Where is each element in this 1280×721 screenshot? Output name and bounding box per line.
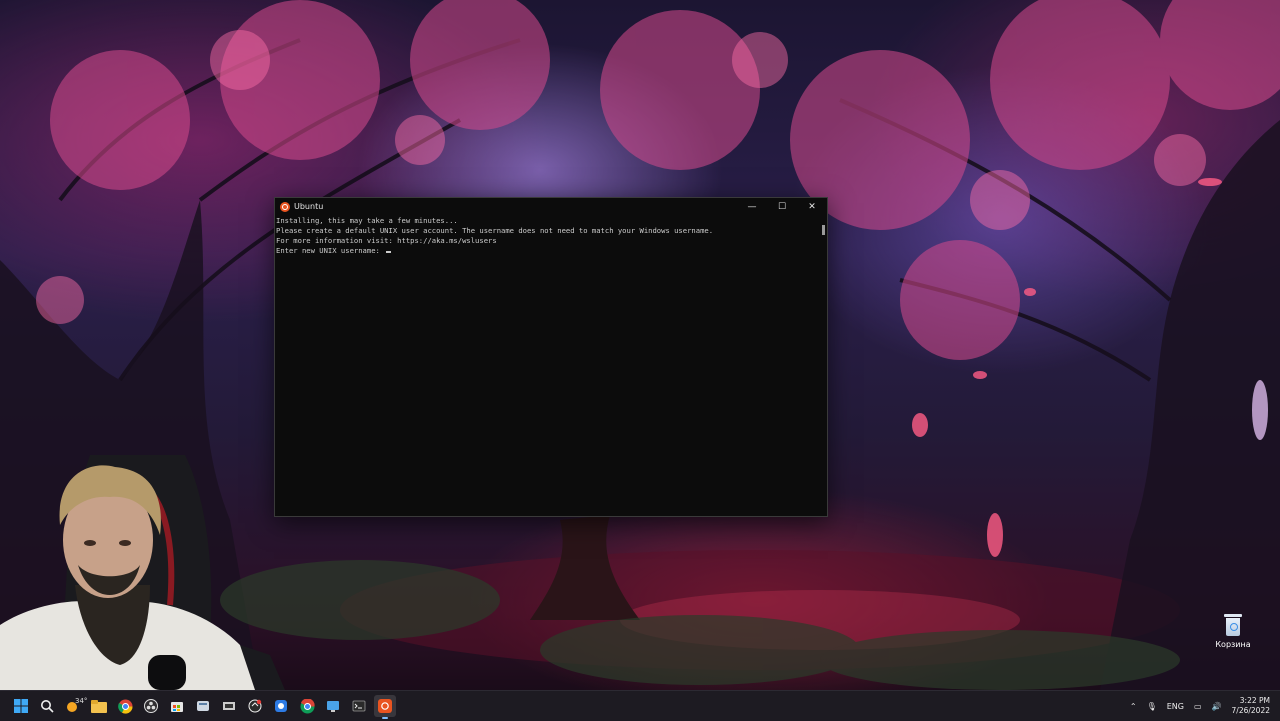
- language-indicator[interactable]: ENG: [1167, 702, 1184, 711]
- app-icon: [275, 700, 287, 712]
- file-explorer-button[interactable]: [88, 695, 110, 717]
- console-line: For more information visit: https://aka.…: [276, 236, 497, 245]
- terminal-icon: [352, 700, 366, 712]
- app-a-button[interactable]: [218, 695, 240, 717]
- obs-button[interactable]: [140, 695, 162, 717]
- console-output[interactable]: Installing, this may take a few minutes.…: [276, 216, 817, 516]
- ubuntu-icon: [378, 699, 392, 713]
- scrollbar[interactable]: [822, 225, 825, 235]
- terminal-button[interactable]: [348, 695, 370, 717]
- chrome-button[interactable]: [114, 695, 136, 717]
- widgets-icon: [197, 701, 209, 711]
- recycle-bin-label: Корзина: [1215, 640, 1251, 649]
- network-icon[interactable]: ▭: [1194, 702, 1202, 711]
- remote-desktop-icon: [327, 701, 339, 712]
- chrome-icon: [117, 699, 133, 714]
- recycle-bin-icon: [1223, 614, 1243, 636]
- system-tray: ⌃ 🎙 ENG ▭ 🔊 3:22 PM 7/26/2022: [1120, 691, 1274, 721]
- text-cursor: [386, 251, 392, 253]
- volume-icon[interactable]: 🔊: [1212, 702, 1222, 711]
- close-button[interactable]: ✕: [797, 198, 827, 215]
- chrome-icon: [300, 698, 315, 713]
- store-icon: [171, 702, 183, 712]
- clock[interactable]: 3:22 PM 7/26/2022: [1232, 696, 1270, 716]
- recycle-bin[interactable]: Корзина: [1210, 614, 1256, 649]
- remote-desktop-button[interactable]: [322, 695, 344, 717]
- clock-date: 7/26/2022: [1231, 706, 1270, 715]
- microphone-icon[interactable]: 🎙: [1147, 702, 1157, 711]
- folder-icon: [91, 699, 107, 713]
- search-button[interactable]: [36, 695, 58, 717]
- taskbar: 34° ⌃ 🎙 ENG ▭ 🔊 3:22 PM 7/26/2022: [0, 690, 1280, 721]
- app-b-button[interactable]: [244, 695, 266, 717]
- ubuntu-icon: [280, 201, 290, 212]
- ubuntu-terminal-window[interactable]: Ubuntu — ☐ ✕ Installing, this may take a…: [274, 197, 828, 517]
- app-icon: [223, 702, 235, 710]
- app-icon: [248, 699, 262, 713]
- console-line: Please create a default UNIX user accoun…: [276, 226, 714, 235]
- console-line: Installing, this may take a few minutes.…: [276, 216, 458, 225]
- obs-icon: [144, 699, 158, 713]
- widgets-button[interactable]: [192, 695, 214, 717]
- windows-logo-icon: [14, 699, 28, 713]
- ubuntu-taskbar-button[interactable]: [374, 695, 396, 719]
- minimize-button[interactable]: —: [737, 198, 767, 215]
- app-c-button[interactable]: [270, 695, 292, 717]
- clock-time: 3:22 PM: [1239, 696, 1270, 705]
- search-icon: [41, 700, 54, 713]
- store-button[interactable]: [166, 695, 188, 717]
- weather-widget[interactable]: 34°: [62, 695, 88, 717]
- weather-temp: 34°: [75, 697, 88, 705]
- console-prompt-line[interactable]: Enter new UNIX username:: [276, 246, 817, 256]
- start-button[interactable]: [10, 695, 32, 717]
- maximize-button[interactable]: ☐: [767, 198, 797, 215]
- chevron-up-icon[interactable]: ⌃: [1130, 702, 1137, 711]
- window-title: Ubuntu: [294, 202, 324, 211]
- title-bar[interactable]: Ubuntu — ☐ ✕: [275, 198, 827, 215]
- webcam-overlay: [0, 455, 285, 690]
- window-controls: — ☐ ✕: [737, 198, 827, 215]
- chrome-alt-button[interactable]: [296, 695, 318, 717]
- username-prompt: Enter new UNIX username:: [276, 246, 385, 255]
